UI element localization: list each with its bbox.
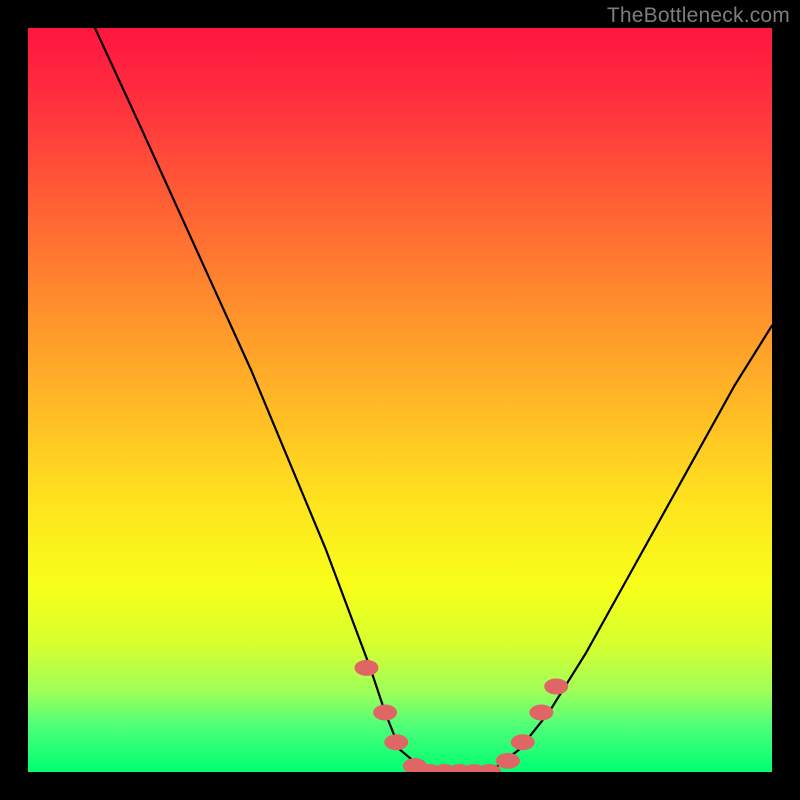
curve-marker (529, 704, 553, 720)
watermark-label: TheBottleneck.com (607, 4, 790, 28)
curve-marker (544, 678, 568, 694)
chart-plot-area (28, 28, 772, 772)
chart-frame: TheBottleneck.com (0, 0, 800, 800)
curve-marker (355, 660, 379, 676)
curve-line (95, 28, 772, 772)
curve-marker (373, 704, 397, 720)
marker-layer (355, 660, 569, 772)
chart-svg (28, 28, 772, 772)
curve-marker (511, 734, 535, 750)
curve-marker (496, 753, 520, 769)
curve-marker (384, 734, 408, 750)
